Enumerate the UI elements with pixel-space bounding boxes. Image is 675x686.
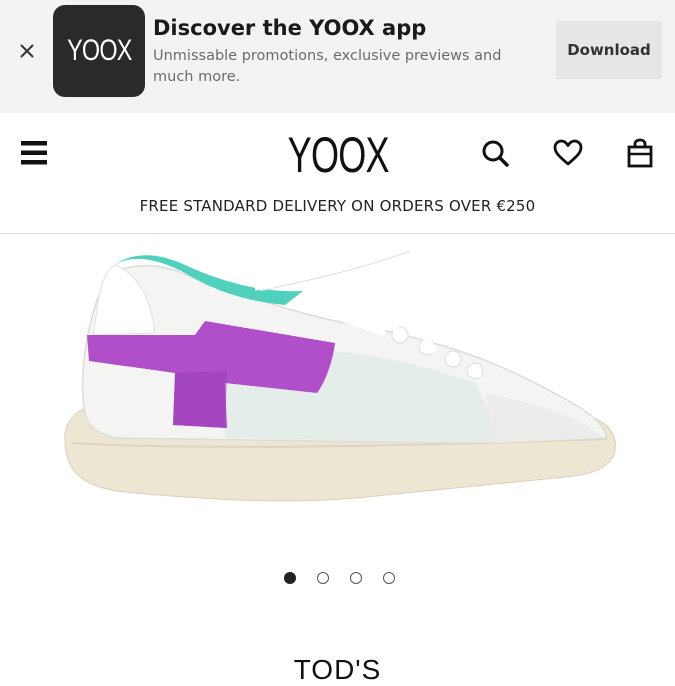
app-logo: YOOX [53, 5, 145, 97]
carousel-dots [0, 570, 675, 590]
wishlist-button[interactable] [552, 137, 584, 169]
app-logo-text: YOOX [66, 34, 132, 67]
site-logo-text: YOOX [287, 127, 389, 183]
download-button[interactable]: Download [556, 21, 662, 79]
carousel-dot-2[interactable] [316, 572, 329, 584]
hamburger-menu-icon [21, 141, 47, 165]
close-icon [20, 44, 34, 58]
delivery-promo: FREE STANDARD DELIVERY ON ORDERS OVER €2… [139, 197, 536, 215]
search-icon [482, 140, 509, 167]
sneaker-image [64, 248, 616, 502]
site-header: YOOX FREE STANDARD DELIVERY ON ORDERS OV… [0, 113, 675, 234]
banner-title: Discover the YOOX app [153, 16, 427, 40]
shopping-bag-icon [627, 138, 653, 168]
app-banner: YOOX Discover the YOOX app Unmissable pr… [0, 0, 675, 113]
carousel-dot-1[interactable] [283, 572, 296, 584]
close-banner-button[interactable] [14, 38, 40, 64]
bag-button[interactable] [624, 137, 656, 169]
site-logo[interactable]: YOOX [248, 127, 428, 183]
product-brand[interactable]: TOD'S [0, 654, 675, 686]
menu-button[interactable] [20, 138, 50, 168]
product-image[interactable] [55, 243, 625, 518]
carousel-dot-3[interactable] [349, 572, 362, 584]
search-button[interactable] [479, 137, 511, 169]
heart-icon [553, 139, 583, 166]
carousel-dot-4[interactable] [382, 572, 395, 584]
banner-description: Unmissable promotions, exclusive preview… [153, 48, 502, 85]
